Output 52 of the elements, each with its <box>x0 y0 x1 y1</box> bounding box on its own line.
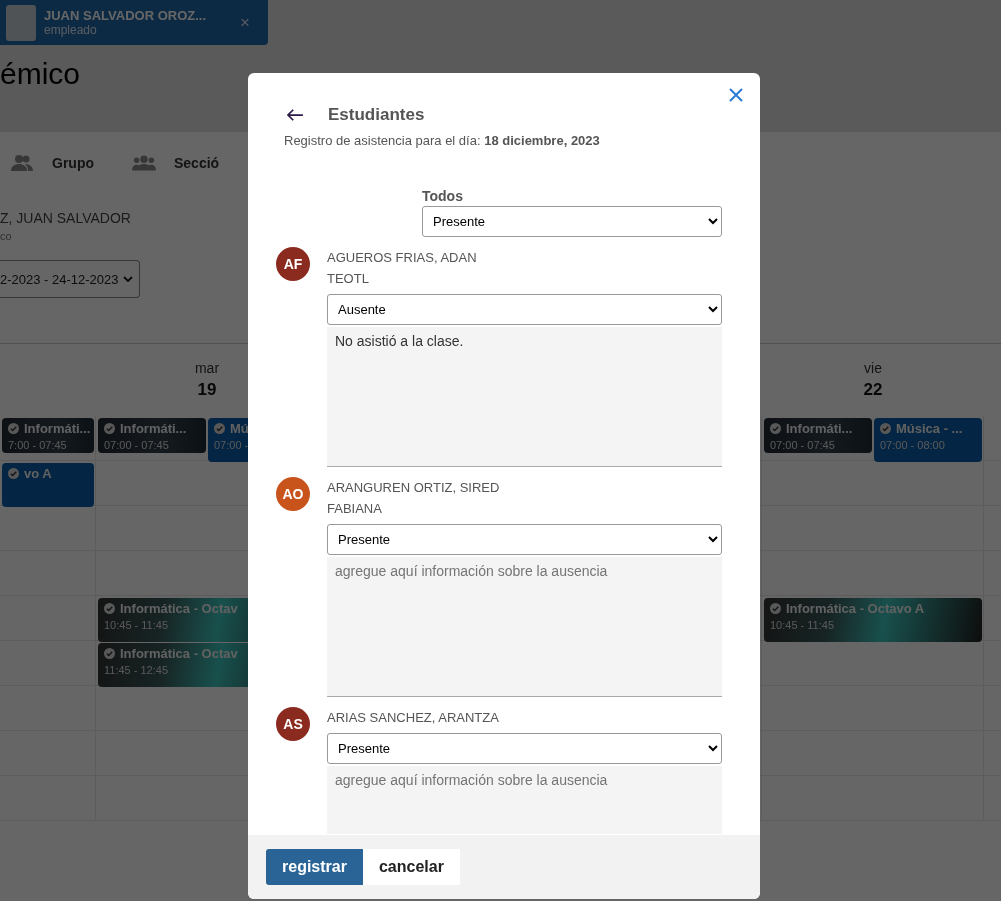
people-icon <box>10 154 34 172</box>
calendar-event[interactable]: vo A <box>2 463 94 507</box>
calendar-event[interactable]: Informáti... 07:00 - 07:45 <box>98 418 206 453</box>
student-avatar: AS <box>276 707 310 741</box>
student-name: ARIAS SANCHEZ, ARANTZA <box>327 709 500 727</box>
weekday-label: mar <box>194 360 220 376</box>
close-icon[interactable] <box>728 87 744 103</box>
student-name: ARANGUREN ORTIZ, SIRED FABIANA <box>327 479 501 518</box>
people-icon <box>132 154 156 172</box>
check-badge-icon <box>8 468 19 479</box>
day-number: 22 <box>863 380 883 400</box>
all-label: Todos <box>422 188 463 204</box>
status-select[interactable]: Presente <box>327 733 722 764</box>
dialog-subtitle: Registro de asistencia para el día: 18 diciembre, 2023 <box>283 132 601 148</box>
check-badge-icon <box>770 603 781 614</box>
check-badge-icon <box>104 648 115 659</box>
tab[interactable]: Secció <box>132 154 220 172</box>
check-badge-icon <box>880 423 891 434</box>
check-badge-icon <box>770 423 781 434</box>
status-select[interactable]: Ausente <box>327 294 722 325</box>
check-badge-icon <box>104 603 115 614</box>
user-role: empleado <box>44 23 98 37</box>
cancel-button[interactable]: cancelar <box>362 849 460 885</box>
status-select[interactable]: Presente <box>422 206 722 237</box>
check-badge-icon <box>8 423 19 434</box>
close-button[interactable]: × <box>240 12 250 33</box>
calendar-event[interactable]: Informáti... 07:00 - 07:45 <box>764 418 872 453</box>
check-badge-icon <box>214 423 225 434</box>
tab[interactable]: Grupo <box>10 154 94 172</box>
submit-button[interactable]: registrar <box>266 849 363 885</box>
calendar-event[interactable]: Informática - Octavo A 10:45 - 11:45 <box>764 598 982 642</box>
note-field[interactable]: No asistió a la clase. <box>327 327 722 467</box>
user-chip[interactable]: JUAN SALVADOR OROZ... empleado × <box>0 0 268 45</box>
teacher-name: Z, JUAN SALVADOR <box>0 210 131 226</box>
calendar-event[interactable]: Informáti... 7:00 - 07:45 <box>2 418 94 453</box>
check-badge-icon <box>104 423 115 434</box>
weekday-label: vie <box>864 360 882 376</box>
calendar-event[interactable]: Música - ... 07:00 - 08:00 <box>874 418 982 462</box>
user-name: JUAN SALVADOR OROZ... <box>44 8 208 23</box>
dialog-title: Estudiantes <box>328 105 425 125</box>
student-avatar: AO <box>276 477 310 511</box>
week-select[interactable]: 2-2023 - 24-12-2023 <box>0 260 140 298</box>
status-select[interactable]: Presente <box>327 524 722 555</box>
avatar-placeholder <box>6 4 36 41</box>
note-field[interactable]: agregue aquí información sobre la ausencia <box>327 766 722 834</box>
page-title: émico <box>0 57 82 91</box>
student-name: AGUEROS FRIAS, ADAN TEOTL <box>327 249 478 288</box>
student-avatar: AF <box>276 247 310 281</box>
note-field[interactable]: agregue aquí información sobre la ausencia <box>327 557 722 697</box>
chevron-down-icon <box>123 276 133 282</box>
back-arrow-icon[interactable] <box>286 108 304 122</box>
day-number: 19 <box>197 380 217 400</box>
